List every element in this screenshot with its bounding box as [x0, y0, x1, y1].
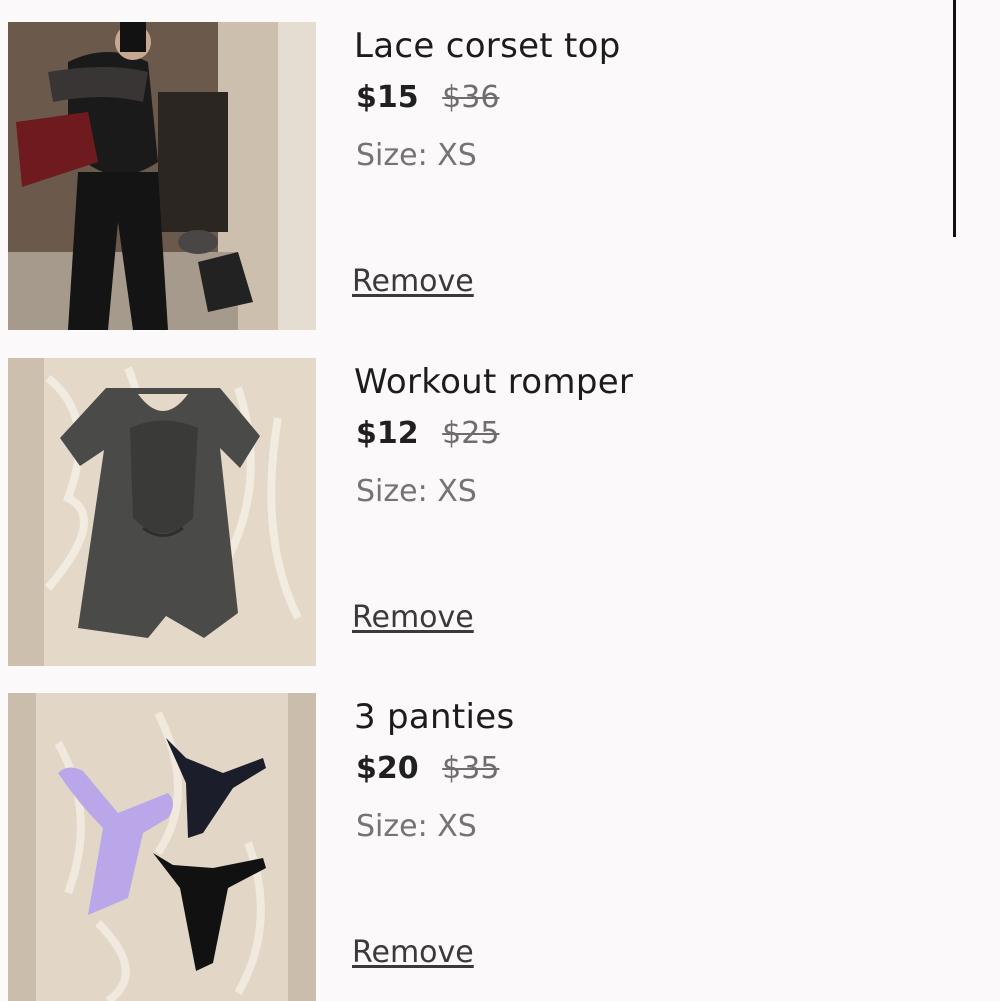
item-size: Size: XS: [356, 138, 477, 173]
item-size: Size: XS: [356, 809, 477, 844]
item-price: $20: [356, 751, 419, 786]
item-info: Lace corset top $15 $36 Size: XS Remove: [352, 22, 944, 330]
romper-photo-icon: [8, 358, 316, 666]
price-row: $15 $36: [356, 80, 499, 115]
cart-item: 3 panties $20 $35 Size: XS Remove: [8, 693, 948, 1001]
item-info: Workout romper $12 $25 Size: XS Remove: [352, 358, 944, 666]
item-price: $12: [356, 416, 419, 451]
remove-button[interactable]: Remove: [352, 600, 474, 635]
cart-item: Workout romper $12 $25 Size: XS Remove: [8, 358, 948, 666]
product-image-3-panties[interactable]: [8, 693, 316, 1001]
item-title[interactable]: Lace corset top: [354, 26, 621, 66]
item-original-price: $36: [442, 80, 500, 115]
item-title[interactable]: Workout romper: [354, 362, 633, 402]
item-price: $15: [356, 80, 419, 115]
cart-item: Lace corset top $15 $36 Size: XS Remove: [8, 22, 948, 330]
panties-photo-icon: [8, 693, 316, 1001]
price-row: $12 $25: [356, 416, 499, 451]
product-image-lace-corset-top[interactable]: [8, 22, 316, 330]
item-original-price: $35: [442, 751, 500, 786]
remove-button[interactable]: Remove: [352, 264, 474, 299]
product-image-workout-romper[interactable]: [8, 358, 316, 666]
scrollbar[interactable]: [953, 0, 956, 237]
corset-photo-icon: [8, 22, 316, 330]
price-row: $20 $35: [356, 751, 499, 786]
item-info: 3 panties $20 $35 Size: XS Remove: [352, 693, 944, 1001]
item-size: Size: XS: [356, 474, 477, 509]
item-title[interactable]: 3 panties: [354, 697, 515, 737]
cart-item-list: Lace corset top $15 $36 Size: XS Remove …: [0, 0, 1000, 1001]
remove-button[interactable]: Remove: [352, 935, 474, 970]
item-original-price: $25: [442, 416, 500, 451]
